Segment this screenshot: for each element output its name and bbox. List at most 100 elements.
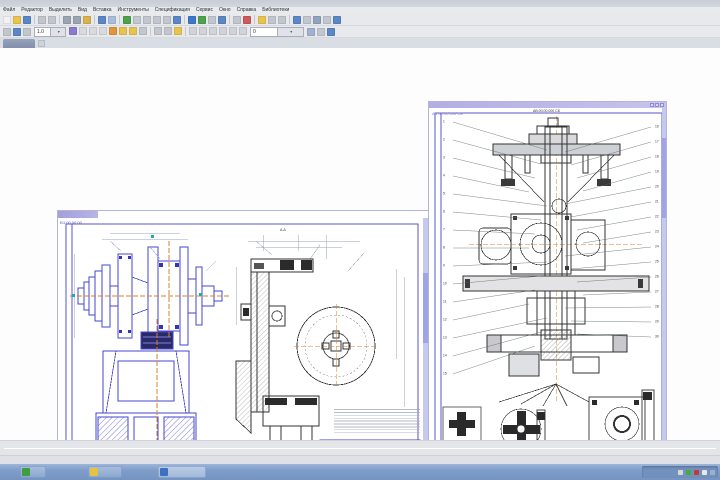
- document-window-assembly-drawing[interactable]: 1 2 3 4 5 6 7 8 9 10 11 12 13 14 15 16 17 18 19 20 21 22 23 24…: [428, 101, 667, 469]
- state-3-icon[interactable]: [99, 27, 107, 35]
- specification-icon[interactable]: [268, 15, 276, 24]
- kompas-app-icon: [22, 468, 30, 476]
- minimize-icon[interactable]: [650, 103, 654, 107]
- context-help-icon[interactable]: [303, 15, 311, 24]
- tab-drawing[interactable]: Чертеж: [3, 39, 35, 54]
- pan-icon[interactable]: [163, 15, 171, 24]
- prev-view-icon[interactable]: [173, 15, 181, 24]
- round-off-icon[interactable]: [174, 27, 182, 35]
- toolbar-separator: [185, 27, 186, 36]
- chevron-down-icon[interactable]: ▾: [276, 27, 303, 36]
- menu-editor[interactable]: Редактор: [18, 7, 46, 14]
- menu-libraries[interactable]: Библиотеки: [259, 7, 292, 14]
- menu-insert[interactable]: Вставка: [90, 7, 115, 14]
- right-window-caption[interactable]: АВ.00.00.000 СБ: [429, 102, 666, 116]
- layer-list-icon[interactable]: [307, 27, 315, 36]
- library-manager-icon[interactable]: [258, 15, 266, 24]
- save-icon[interactable]: [23, 15, 31, 24]
- document-window-detail-drawing[interactable]: А-А БЧ.00.00.00 БЧ.00.00.00: [57, 210, 429, 472]
- snap-setup-icon[interactable]: [139, 27, 147, 35]
- snaps-icon[interactable]: [218, 15, 226, 24]
- tray-icon[interactable]: [710, 469, 715, 475]
- menu-window[interactable]: Окно: [216, 7, 234, 14]
- measure-icon[interactable]: [109, 27, 117, 35]
- menu-select[interactable]: Выделить: [46, 7, 75, 14]
- maximize-icon[interactable]: [655, 103, 659, 107]
- open-icon[interactable]: [13, 15, 21, 24]
- layers-icon[interactable]: [233, 15, 241, 24]
- menu-view[interactable]: Вид: [75, 7, 90, 14]
- doc-params-icon[interactable]: [3, 27, 11, 36]
- g3-icon[interactable]: [209, 27, 217, 35]
- ortho-icon[interactable]: [208, 15, 216, 24]
- local-grid-icon[interactable]: [129, 27, 137, 35]
- toolbar-separator: [184, 15, 185, 24]
- g5-icon[interactable]: [229, 27, 237, 35]
- tab-list-button[interactable]: [38, 40, 45, 47]
- toolbar-separator: [119, 15, 120, 24]
- g1-icon[interactable]: [189, 27, 197, 35]
- variables-icon[interactable]: [278, 15, 286, 24]
- g6-icon[interactable]: [239, 27, 247, 35]
- zoom-out-icon[interactable]: [153, 15, 161, 24]
- menu-specification[interactable]: Спецификация: [152, 7, 193, 14]
- preview-icon[interactable]: [48, 15, 56, 24]
- toolbar-separator: [94, 15, 95, 24]
- zoom-in-icon[interactable]: [143, 15, 151, 24]
- section-label: А-А: [280, 228, 286, 233]
- layer-settings-icon[interactable]: [327, 27, 335, 36]
- angle-icon[interactable]: [154, 27, 162, 35]
- menu-help[interactable]: Справка: [234, 7, 260, 14]
- sheet-format-icon[interactable]: [13, 27, 21, 36]
- assembly-sheet-label: АВ.00.00.000 СБ: [533, 109, 561, 114]
- state-2-icon[interactable]: [89, 27, 97, 35]
- properties-icon[interactable]: [333, 15, 341, 24]
- document-icon: [160, 468, 168, 476]
- taskbar-button-folder[interactable]: [88, 466, 122, 478]
- update-window-icon[interactable]: [323, 15, 331, 24]
- redo-icon[interactable]: [108, 15, 116, 24]
- chevron-down-icon[interactable]: ▾: [49, 27, 65, 36]
- toolbar-separator: [150, 27, 151, 36]
- help-icon[interactable]: [293, 15, 301, 24]
- tray-icon[interactable]: [678, 469, 683, 475]
- workspace: А-А БЧ.00.00.00 БЧ.00.00.00: [0, 48, 720, 472]
- left-window-caption[interactable]: БЧ.00.00.00: [58, 211, 98, 225]
- menu-tools[interactable]: Инструменты: [115, 7, 152, 14]
- tray-icon[interactable]: [702, 469, 707, 475]
- menu-file[interactable]: Файл: [0, 7, 18, 14]
- tray-status-green-icon[interactable]: [686, 469, 691, 475]
- toolbar-separator: [59, 15, 60, 24]
- new-doc-icon[interactable]: [3, 15, 11, 24]
- vertical-scrollbar[interactable]: [662, 108, 666, 468]
- menu-service[interactable]: Сервис: [193, 7, 216, 14]
- taskbar-button-active-document[interactable]: [158, 466, 206, 478]
- g2-icon[interactable]: [199, 27, 207, 35]
- app-bottom-panel: [0, 440, 720, 456]
- line-style-icon[interactable]: [243, 15, 251, 24]
- cursor-step-icon[interactable]: [164, 27, 172, 35]
- copy-icon[interactable]: [73, 15, 81, 24]
- layer-states-icon[interactable]: [317, 27, 325, 36]
- layer-combo[interactable]: 0 ▾: [250, 26, 304, 37]
- scroll-thumb[interactable]: [662, 138, 666, 218]
- zoom-window-icon[interactable]: [133, 15, 141, 24]
- g4-icon[interactable]: [219, 27, 227, 35]
- grid-icon[interactable]: [198, 15, 206, 24]
- print-icon[interactable]: [38, 15, 46, 24]
- show-all-icon[interactable]: [188, 15, 196, 24]
- scale-icon[interactable]: [23, 27, 31, 36]
- undo-icon[interactable]: [98, 15, 106, 24]
- tray-status-red-icon[interactable]: [694, 469, 699, 475]
- taskbar-button-kompas[interactable]: [20, 466, 46, 478]
- cut-icon[interactable]: [63, 15, 71, 24]
- scale-combo[interactable]: 1.0 ▾: [34, 26, 66, 37]
- what-is-icon[interactable]: [313, 15, 321, 24]
- point-input-icon[interactable]: [119, 27, 127, 35]
- close-icon[interactable]: [660, 103, 664, 107]
- current-layer-icon[interactable]: [69, 27, 77, 35]
- state-1-icon[interactable]: [79, 27, 87, 35]
- current-state-toolbar: 1.0 ▾ 0 ▾: [0, 26, 720, 38]
- paste-icon[interactable]: [83, 15, 91, 24]
- rebuild-icon[interactable]: [123, 15, 131, 24]
